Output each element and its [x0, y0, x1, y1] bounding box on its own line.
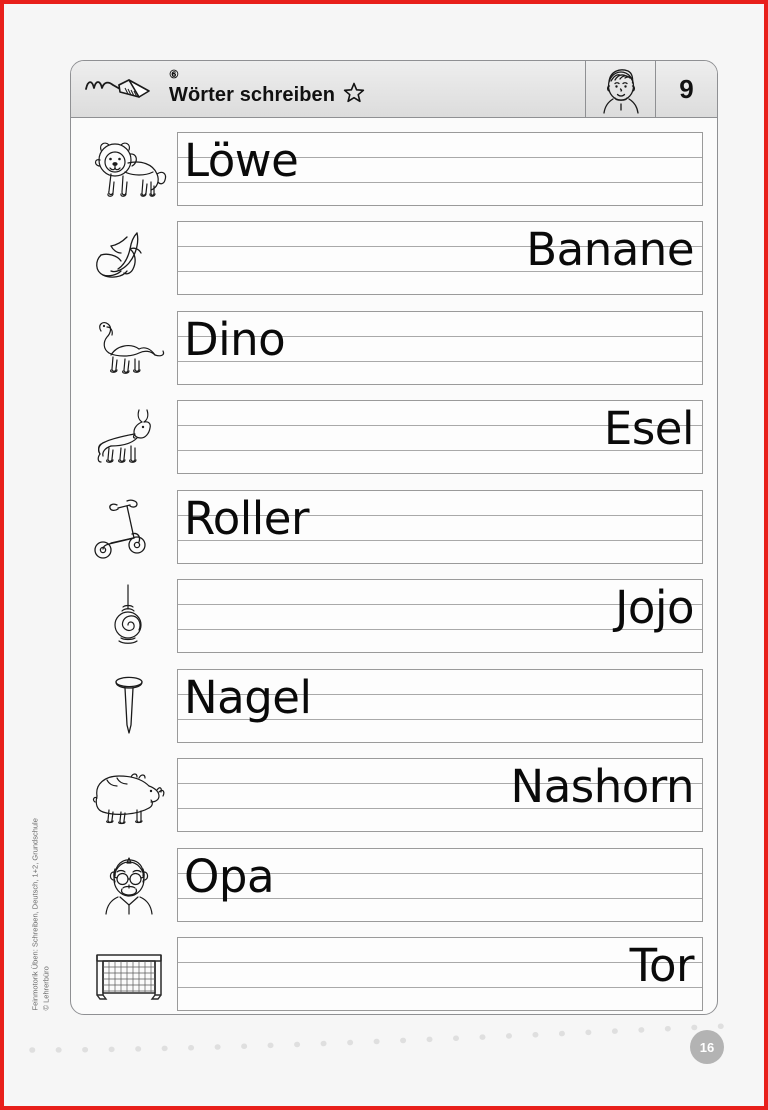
table-row: Dino — [81, 303, 703, 393]
writing-lines[interactable]: Löwe — [177, 131, 703, 206]
page-number-badge: 16 — [690, 1030, 724, 1064]
lion-icon — [81, 136, 177, 202]
page-red-frame: ⑥ Wörter schreiben 9 Löwe Banane Dino Es… — [0, 0, 768, 1110]
dinosaur-icon — [81, 315, 177, 381]
writing-lines[interactable]: Nashorn — [177, 758, 703, 833]
table-row: Tor — [81, 930, 703, 1015]
writing-lines[interactable]: Tor — [177, 937, 703, 1012]
written-word: Löwe — [184, 133, 299, 187]
grandfather-icon — [81, 852, 177, 918]
soccer-goal-icon — [81, 941, 177, 1007]
yoyo-icon — [81, 583, 177, 649]
header-title-zone: ⑥ Wörter schreiben — [167, 61, 585, 117]
table-row: Opa — [81, 840, 703, 930]
worksheet-card: ⑥ Wörter schreiben 9 Löwe Banane Dino Es… — [70, 60, 718, 1015]
writing-lines[interactable]: Dino — [177, 310, 703, 385]
table-row: Esel — [81, 393, 703, 483]
source-credit-line1: Feinmotorik Üben: Schreiben, Deutsch, 1+… — [30, 817, 40, 1010]
table-row: Roller — [81, 482, 703, 572]
table-row: Löwe — [81, 124, 703, 214]
pencil-writing-icon — [71, 61, 167, 117]
source-credit-text: Feinmotorik Üben: Schreiben, Deutsch, 1+… — [30, 818, 53, 1010]
banana-icon — [81, 225, 177, 291]
table-row: Nashorn — [81, 751, 703, 841]
table-row: Nagel — [81, 661, 703, 751]
star-outline-icon — [343, 82, 365, 108]
writing-lines[interactable]: Opa — [177, 847, 703, 922]
written-word: Opa — [184, 849, 275, 903]
page-title: Wörter schreiben — [169, 83, 336, 106]
written-word: Tor — [629, 939, 695, 993]
nail-icon — [81, 673, 177, 739]
writing-lines[interactable]: Jojo — [177, 579, 703, 654]
scooter-icon — [81, 494, 177, 560]
boy-face-icon — [585, 61, 655, 117]
exercise-page-number: 9 — [655, 61, 717, 117]
page-surface: ⑥ Wörter schreiben 9 Löwe Banane Dino Es… — [8, 8, 760, 1102]
footer-dotted-divider — [26, 1012, 742, 1058]
exercise-rows: Löwe Banane Dino Esel Roller Jojo Nagel … — [71, 118, 717, 1015]
written-word: Nagel — [184, 670, 312, 724]
table-row: Banane — [81, 214, 703, 304]
written-word: Esel — [603, 402, 695, 456]
writing-lines[interactable]: Banane — [177, 221, 703, 296]
rhinoceros-icon — [81, 762, 177, 828]
source-credit: Feinmotorik Üben: Schreiben, Deutsch, 1+… — [31, 780, 70, 1010]
title-row: Wörter schreiben — [169, 82, 585, 108]
written-word: Banane — [526, 223, 694, 277]
guide-rule — [178, 987, 702, 989]
writing-lines[interactable]: Nagel — [177, 668, 703, 743]
writing-lines[interactable]: Esel — [177, 400, 703, 475]
written-word: Dino — [184, 312, 286, 366]
writing-lines[interactable]: Roller — [177, 489, 703, 564]
table-row: Jojo — [81, 572, 703, 662]
written-word: Nashorn — [510, 760, 695, 814]
source-credit-line2: © Lehrerbüro — [41, 965, 51, 1010]
task-number: ⑥ — [169, 69, 179, 81]
donkey-icon — [81, 404, 177, 470]
worksheet-header: ⑥ Wörter schreiben 9 — [71, 61, 717, 118]
written-word: Jojo — [615, 581, 694, 635]
written-word: Roller — [184, 491, 309, 545]
